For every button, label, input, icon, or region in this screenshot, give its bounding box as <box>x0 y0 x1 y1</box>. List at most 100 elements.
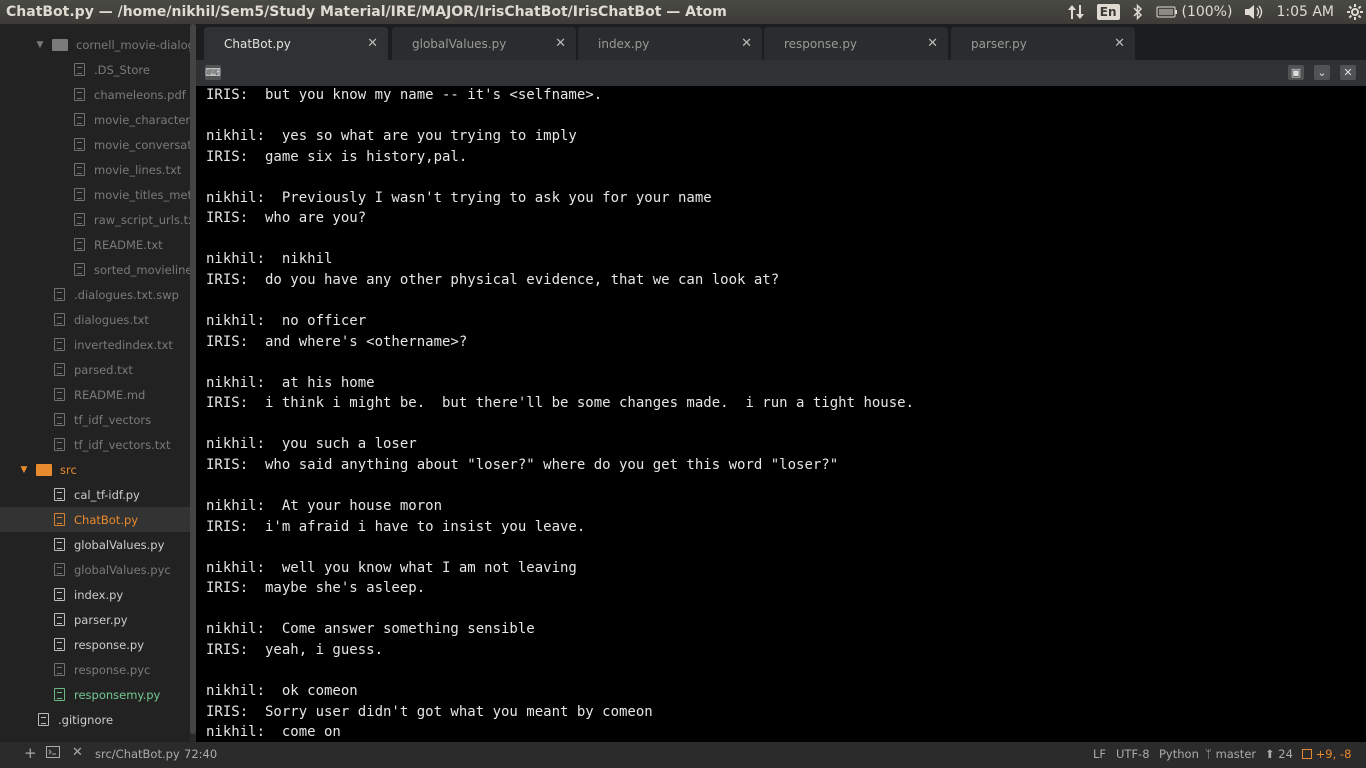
line-ending[interactable]: LF <box>1093 747 1106 761</box>
tab-chatbot-py[interactable]: ChatBot.py ✕ <box>204 27 388 60</box>
file-icon <box>74 213 85 226</box>
chevron-down-icon[interactable]: ▼ <box>18 465 30 475</box>
keyboard-icon[interactable]: ⌨ <box>205 65 221 80</box>
chevron-down-icon[interactable]: ⌄ <box>1314 65 1330 80</box>
tree-file[interactable]: tf_idf_vectors.txt <box>0 432 190 457</box>
tree-item-label: index.py <box>74 587 124 602</box>
tree-file[interactable]: ChatBot.py <box>0 507 190 532</box>
text-editor[interactable]: IRIS: but you know my name -- it's <self… <box>196 86 1366 742</box>
folder-icon <box>52 38 68 51</box>
editor-line: IRIS: who said anything about "loser?" w… <box>206 456 839 473</box>
tab-close-icon[interactable]: ✕ <box>927 36 938 51</box>
tree-item-label: responsemy.py <box>74 687 161 702</box>
system-settings-gear-icon[interactable] <box>1346 3 1366 21</box>
tree-file[interactable]: parsed.txt <box>0 357 190 382</box>
tree-file[interactable]: movie_titles_meta <box>0 182 190 207</box>
battery-indicator[interactable]: (100%) <box>1156 4 1232 20</box>
tab-index-py[interactable]: index.py ✕ <box>578 27 762 60</box>
file-icon <box>74 163 85 176</box>
tree-file[interactable]: movie_lines.txt <box>0 157 190 182</box>
editor-line: IRIS: i'm afraid i have to insist you le… <box>206 518 586 535</box>
editor-line: nikhil: nikhil <box>206 251 333 268</box>
tree-file[interactable]: movie_characters_ <box>0 107 190 132</box>
git-branch-icon: ᛘ <box>1205 747 1212 761</box>
file-icon <box>54 388 65 401</box>
file-icon <box>54 538 65 551</box>
tree-item-label: .dialogues.txt.swp <box>74 287 179 302</box>
editor-line: IRIS: yeah, i guess. <box>206 641 384 658</box>
grammar-selector[interactable]: Python <box>1159 747 1199 761</box>
file-encoding[interactable]: UTF-8 <box>1116 747 1150 761</box>
tree-file[interactable]: invertedindex.txt <box>0 332 190 357</box>
tree-item-label: src <box>60 462 77 477</box>
file-icon <box>74 113 85 126</box>
file-icon <box>54 363 65 376</box>
tree-file[interactable]: tf_idf_vectors <box>0 407 190 432</box>
tab-close-icon[interactable]: ✕ <box>367 36 378 51</box>
tree-file[interactable]: globalValues.pyc <box>0 557 190 582</box>
cursor-position[interactable]: 72:40 <box>184 747 217 761</box>
close-pane-icon[interactable]: ✕ <box>1340 65 1356 80</box>
clock[interactable]: 1:05 AM <box>1276 4 1334 20</box>
tab-label: ChatBot.py <box>224 36 291 51</box>
tree-file[interactable]: dialogues.txt <box>0 307 190 332</box>
tree-item-label: chameleons.pdf <box>94 87 186 102</box>
tree-file[interactable]: response.pyc <box>0 657 190 682</box>
arrow-up-icon: ⬆ <box>1265 747 1275 761</box>
git-branch[interactable]: ᛘ master <box>1205 747 1256 761</box>
file-icon <box>54 613 65 626</box>
tree-file[interactable]: raw_script_urls.txt <box>0 207 190 232</box>
tree-file[interactable]: README.md <box>0 382 190 407</box>
file-icon <box>54 438 65 451</box>
keyboard-language-indicator[interactable]: En <box>1096 4 1120 20</box>
tab-response-py[interactable]: response.py ✕ <box>764 27 948 60</box>
tree-file[interactable]: sorted_movielines <box>0 257 190 282</box>
tree-file[interactable]: responsemy.py <box>0 682 190 707</box>
tree-file[interactable]: index.py <box>0 582 190 607</box>
file-icon <box>54 513 65 526</box>
tab-close-icon[interactable]: ✕ <box>555 36 566 51</box>
tree-item-label: raw_script_urls.txt <box>94 212 190 227</box>
git-changes[interactable]: +9, -8 <box>1302 747 1351 761</box>
editor-header: ⌨ ▣ ⌄ ✕ <box>196 60 1366 86</box>
editor-line: IRIS: do you have any other physical evi… <box>206 271 780 288</box>
tree-file[interactable]: cal_tf-idf.py <box>0 482 190 507</box>
editor-line: nikhil: come on <box>206 724 341 741</box>
terminal-icon[interactable] <box>46 746 60 761</box>
tree-file[interactable]: .gitignore <box>0 707 190 732</box>
tree-item-label: .DS_Store <box>94 62 150 77</box>
tree-folder[interactable]: ▼ src <box>0 457 190 482</box>
tree-file[interactable]: README.txt <box>0 232 190 257</box>
add-panel-button[interactable]: + <box>24 744 37 762</box>
editor-line: nikhil: ok comeon <box>206 682 358 699</box>
tree-folder[interactable]: ▼ cornell_movie-dialog <box>0 32 190 57</box>
tree-file[interactable]: .dialogues.txt.swp <box>0 282 190 307</box>
tree-item-label: cornell_movie-dialog <box>76 37 190 52</box>
tab-parser-py[interactable]: parser.py ✕ <box>951 27 1135 60</box>
tree-file[interactable]: .DS_Store <box>0 57 190 82</box>
tree-file[interactable]: chameleons.pdf <box>0 82 190 107</box>
tab-close-icon[interactable]: ✕ <box>1114 36 1125 51</box>
status-file-path[interactable]: src/ChatBot.py <box>95 747 180 761</box>
close-icon[interactable]: ✕ <box>72 745 83 760</box>
tree-item-label: tf_idf_vectors <box>74 412 152 427</box>
tab-close-icon[interactable]: ✕ <box>741 36 752 51</box>
maximize-pane-icon[interactable]: ▣ <box>1288 65 1304 80</box>
file-icon <box>74 188 85 201</box>
chevron-down-icon[interactable]: ▼ <box>34 40 46 50</box>
editor-line: IRIS: game six is history,pal. <box>206 148 468 165</box>
tree-file[interactable]: response.py <box>0 632 190 657</box>
tree-file[interactable]: globalValues.py <box>0 532 190 557</box>
bluetooth-icon[interactable] <box>1132 3 1144 21</box>
tab-label: parser.py <box>971 36 1027 51</box>
tab-globalvalues-py[interactable]: globalValues.py ✕ <box>392 27 576 60</box>
file-icon <box>54 563 65 576</box>
volume-icon[interactable] <box>1244 4 1264 20</box>
editor-line: nikhil: At your house moron <box>206 498 443 514</box>
tree-item-label: globalValues.pyc <box>74 562 171 577</box>
network-arrows-icon[interactable] <box>1067 3 1085 21</box>
tree-file[interactable]: movie_conversatio <box>0 132 190 157</box>
tree-file[interactable]: parser.py <box>0 607 190 632</box>
tree-item-label: parsed.txt <box>74 362 133 377</box>
git-ahead[interactable]: ⬆ 24 <box>1265 747 1293 761</box>
